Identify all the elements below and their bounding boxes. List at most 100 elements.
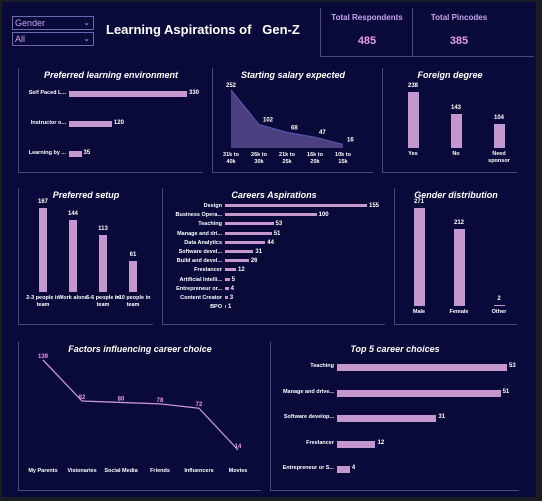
data-label: 143 [450,105,461,112]
data-label: 167 [37,199,48,205]
axis-tick-label: Visionaries [67,468,97,474]
bar-category-label: Instructor o... [30,120,66,126]
axis-tick-label: My Parents [28,468,58,474]
bar-category-label: Content Creator [180,295,222,301]
bar [69,91,187,97]
bar [39,208,47,292]
kpi-divider [320,8,321,56]
kpi-respondents-label: Total Respondents [331,13,403,22]
axis-tick-label: Other [491,309,507,315]
bar-category-label: Build and devel... [176,258,222,265]
data-label: 82 [79,395,86,401]
gender-slicer-title: Gender [15,18,46,28]
bar-category-label: Entrepreneur or... [176,285,222,292]
kpi-pincodes-value: 385 [449,35,469,47]
data-label: 120 [113,120,124,126]
gender-dropdown[interactable]: All ⌄ [12,32,94,46]
data-label: 212 [453,220,464,227]
axis-tick-label: Friends [150,468,170,474]
axis-tick-label: >10 people in team [115,295,151,308]
bar [337,415,437,422]
gender-slicer-label[interactable]: Gender ⌄ [12,16,94,30]
data-label: 1 [228,304,232,311]
axis-tick-label: Yes [408,151,418,157]
chart-starting-salary: Starting salary expected 252 102 68 47 16 31k… [212,68,373,173]
bar-category-label: Artificial Intelli... [179,276,222,283]
bar-category-label: Freelancer [194,267,222,274]
data-label: 26 [250,258,258,265]
bar [450,114,462,148]
bar [337,364,507,371]
data-label: 104 [493,114,504,121]
axis-tick-label: 15k [338,159,348,165]
dashboard-canvas: Gender ⌄ All ⌄ Learning Aspirations of G… [2,2,536,497]
bar [225,250,254,253]
bar-category-label: Manage and dri... [177,230,222,237]
axis-tick-label: Movies [228,468,248,474]
bar [225,204,367,207]
bar-category-label: Manage and drive... [282,388,334,395]
data-label: 102 [263,118,274,124]
data-label: 31 [255,249,263,255]
axis-tick-label: Female [449,309,469,315]
axis-tick-label: No [452,151,460,157]
axis-tick-label: Male [412,309,426,315]
bar-category-label: Teaching [310,363,334,369]
data-label: 12 [377,439,385,446]
bar-category-label: Data Analytics [184,239,222,246]
data-label: 68 [291,125,298,131]
bar [493,305,505,306]
data-label: 53 [509,363,516,369]
bar-category-label: Self Paced L... [28,90,66,96]
data-label: 155 [369,203,380,209]
data-label: 330 [189,90,200,96]
kpi-respondents-value: 485 [357,35,377,47]
data-label: 144 [67,210,78,217]
bar [493,123,505,148]
bar-category-label: Design [203,203,222,209]
bar [225,296,228,299]
chart-top5-careers: Top 5 career choices Teaching 53 Manage an… [270,342,519,491]
page-title: Learning Aspirations of Gen-Z [106,22,300,37]
data-label: 252 [226,83,237,89]
chart-career-aspirations: Careers Aspirations Design 155 Business Op… [162,188,385,325]
bar [69,151,82,157]
bar [407,92,419,148]
bar [129,261,137,292]
data-label: 61 [129,252,137,259]
bar-category-label: Software develop... [283,414,334,420]
data-label: 5 [231,276,235,283]
data-label: 53 [275,221,283,228]
chart-learning-environment: Preferred learning environment Self Pace… [18,68,203,173]
bar-category-label: BPO [210,304,222,311]
bar [225,277,230,281]
bar [69,121,112,127]
bar-category-label: Teaching [198,221,222,228]
axis-tick-label: Influencers [184,468,214,474]
axis-tick-label: Need sponsor [488,151,510,164]
chart-title: Careers Aspirations [231,190,317,200]
chart-title: Preferred learning environment [43,70,179,80]
gender-dropdown-value: All [15,34,26,44]
data-label: 4 [351,465,356,471]
bar [413,208,425,306]
data-label: 47 [319,130,326,136]
data-label: 14 [235,444,242,450]
bar [225,268,236,272]
bar [337,389,501,397]
bar [225,259,249,263]
data-label: 72 [196,402,203,408]
data-label: 78 [157,398,164,404]
series-line [42,359,239,451]
bar [99,235,107,292]
chevron-down-icon: ⌄ [83,18,90,27]
kpi-divider [412,8,413,56]
data-label: 3 [229,295,234,301]
chart-gender-distribution: Gender distribution 271 Male 212 Female 2 Oth… [394,188,517,325]
bar [225,286,229,290]
data-label: 16 [347,137,354,143]
data-label: 139 [38,354,49,360]
chart-title: Foreign degree [417,70,483,80]
chart-preferred-setup: Preferred setup 167 2-3 people in team 144… [18,188,153,325]
bar [337,440,376,448]
